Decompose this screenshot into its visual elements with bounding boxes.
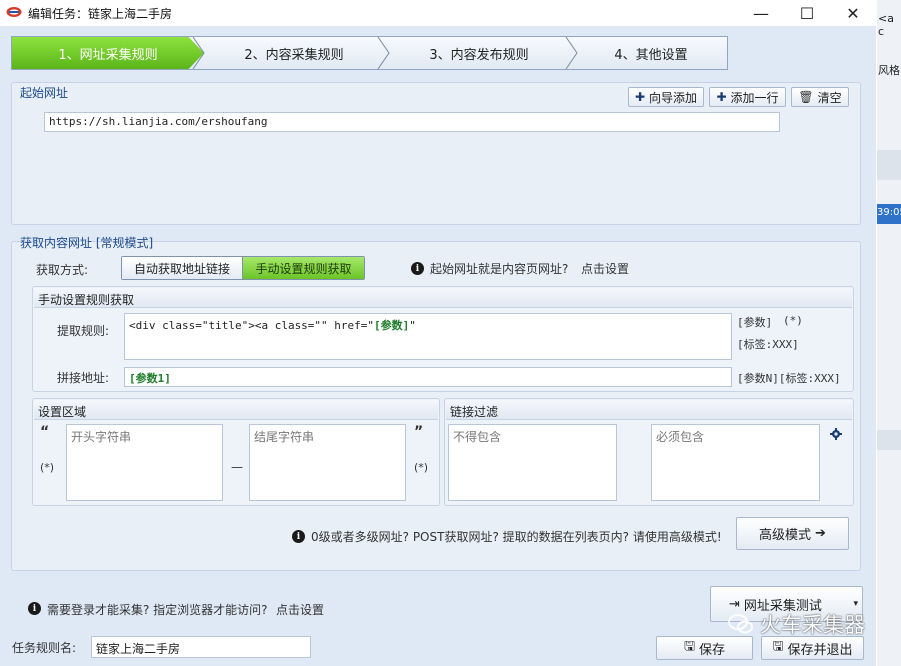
concat-url-input[interactable]: [参数1] bbox=[124, 367, 732, 387]
strip-text: <a c bbox=[878, 12, 894, 38]
step-label: 3、内容发布规则 bbox=[429, 47, 529, 63]
background-window-strip: <a c 风格 39:05 bbox=[877, 0, 901, 666]
close-button[interactable]: ✕ bbox=[830, 0, 876, 26]
gear-icon[interactable] bbox=[830, 428, 842, 440]
maximize-button[interactable]: ☐ bbox=[784, 0, 830, 26]
start-string-placeholder: 开头字符串 bbox=[71, 430, 132, 444]
manual-rule-tab[interactable]: 手动设置规则获取 bbox=[243, 257, 364, 279]
button-label: 高级模式 bbox=[759, 528, 812, 543]
info-icon: i bbox=[411, 262, 424, 275]
wildcard-insert-link[interactable]: (*) bbox=[783, 314, 803, 327]
end-string-placeholder: 结尾字符串 bbox=[254, 430, 315, 444]
client-area: 1、网址采集规则 2、内容采集规则 3、内容发布规则 4、其他设置 起始网址 ✚… bbox=[0, 26, 876, 666]
task-name-label: 任务规则名: bbox=[12, 641, 77, 655]
arrow-right-icon: ➔ bbox=[815, 526, 826, 541]
title-bar: 编辑任务：链家上海二手房 — ☐ ✕ bbox=[0, 0, 876, 26]
strip-highlight: 39:05 bbox=[877, 204, 901, 224]
start-wildcard-link[interactable]: (*) bbox=[40, 461, 54, 474]
app-icon bbox=[6, 7, 22, 17]
plus-icon: ✚ bbox=[634, 90, 646, 104]
start-string-input[interactable]: 开头字符串 bbox=[66, 424, 223, 501]
exclude-input[interactable]: 不得包含 bbox=[448, 424, 617, 501]
include-placeholder: 必须包含 bbox=[656, 430, 705, 444]
link-filter-header: 链接过滤 bbox=[446, 400, 852, 420]
content-page-link[interactable]: 点击设置 bbox=[581, 260, 629, 277]
end-string-input[interactable]: 结尾字符串 bbox=[249, 424, 406, 501]
area-settings-header: 设置区域 bbox=[34, 400, 438, 420]
floppy-icon: 🖫 bbox=[683, 639, 696, 654]
advanced-mode-button[interactable]: 高级模式 ➔ bbox=[736, 517, 849, 550]
close-quote-icon: ” bbox=[414, 424, 424, 440]
extract-rule-text-end: " bbox=[409, 319, 416, 332]
button-label: 清空 bbox=[817, 90, 842, 105]
wechat-icon bbox=[728, 614, 753, 634]
extract-rule-text: <div class="title"><a class="" href=" bbox=[129, 319, 375, 332]
info-icon: i bbox=[28, 602, 41, 615]
dropdown-icon[interactable]: ▾ bbox=[853, 599, 858, 609]
extract-rule-param: [参数] bbox=[374, 319, 410, 332]
tab-label: 自动获取地址链接 bbox=[133, 261, 230, 276]
end-wildcard-link[interactable]: (*) bbox=[414, 461, 428, 474]
login-settings-link[interactable]: 点击设置 bbox=[276, 601, 324, 618]
trash-icon: 🗑 bbox=[798, 90, 814, 104]
tag-insert-link[interactable]: [标签:XXX] bbox=[737, 336, 799, 352]
exclude-placeholder: 不得包含 bbox=[453, 430, 502, 444]
step-publish-rules[interactable]: 3、内容发布规则 bbox=[384, 37, 574, 69]
method-label: 获取方式: bbox=[36, 263, 89, 277]
step-label: 2、内容采集规则 bbox=[244, 47, 344, 63]
start-url-input[interactable]: https://sh.lianjia.com/ershoufang bbox=[44, 112, 780, 132]
include-input[interactable]: 必须包含 bbox=[651, 424, 820, 501]
step-label: 1、网址采集规则 bbox=[58, 47, 158, 63]
step-other-settings[interactable]: 4、其他设置 bbox=[574, 37, 728, 69]
button-label: 保存并退出 bbox=[787, 642, 853, 658]
button-label: 添加一行 bbox=[730, 90, 779, 105]
open-quote-icon: “ bbox=[40, 424, 50, 440]
task-name-input[interactable]: 链家上海二手房 bbox=[91, 636, 311, 658]
step-label: 4、其他设置 bbox=[614, 47, 688, 63]
save-button[interactable]: 🖫 保存 bbox=[656, 636, 753, 660]
strip-panel bbox=[877, 430, 901, 450]
plus-icon: ✚ bbox=[716, 90, 727, 104]
login-hint: 需要登录才能采集? 指定浏览器才能访问? bbox=[47, 603, 268, 617]
extract-rule-input[interactable]: <div class="title"><a class="" href="[参数… bbox=[124, 313, 732, 360]
wizard-add-button[interactable]: ✚ 向导添加 bbox=[628, 87, 704, 107]
content-page-hint: 起始网址就是内容页网址? bbox=[430, 262, 569, 276]
clear-button[interactable]: 🗑 清空 bbox=[791, 87, 849, 107]
range-dash: — bbox=[231, 460, 243, 474]
button-label: 向导添加 bbox=[649, 90, 698, 105]
auto-link-tab[interactable]: 自动获取地址链接 bbox=[122, 257, 243, 279]
advanced-mode-hint: 0级或者多级网址? POST获取网址? 提取的数据在列表页内? 请使用高级模式! bbox=[311, 530, 722, 544]
method-toggle: 自动获取地址链接 手动设置规则获取 bbox=[121, 256, 365, 280]
step-url-rules[interactable]: 1、网址采集规则 bbox=[12, 37, 204, 69]
button-label: 保存 bbox=[699, 642, 726, 658]
extract-rule-label: 提取规则: bbox=[57, 324, 110, 338]
info-icon: i bbox=[292, 530, 305, 543]
strip-panel bbox=[877, 150, 901, 180]
start-url-label: 起始网址 bbox=[20, 86, 69, 100]
param-insert-link[interactable]: [参数] bbox=[737, 314, 772, 330]
step-content-rules[interactable]: 2、内容采集规则 bbox=[204, 37, 384, 69]
manual-settings-header: 手动设置规则获取 bbox=[34, 288, 852, 308]
content-url-label: 获取内容网址 [常规模式] bbox=[20, 236, 154, 250]
save-and-exit-button[interactable]: 🖫 保存并退出 bbox=[761, 636, 864, 660]
concat-insert-links[interactable]: [参数N][标签:XXX] bbox=[737, 370, 841, 386]
window-title: 编辑任务：链家上海二手房 bbox=[28, 7, 173, 21]
add-row-button[interactable]: ✚ 添加一行 bbox=[709, 87, 786, 107]
concat-url-label: 拼接地址: bbox=[57, 371, 110, 385]
minimize-button[interactable]: — bbox=[738, 0, 784, 26]
edit-task-window: 编辑任务：链家上海二手房 — ☐ ✕ 1、网址采集规则 2、内容采集规则 3、内… bbox=[0, 0, 876, 666]
floppy-icon: 🖫 bbox=[772, 639, 784, 654]
watermark-text: 火车采集器 bbox=[760, 613, 865, 637]
strip-text: 风格 bbox=[878, 64, 900, 77]
tab-label: 手动设置规则获取 bbox=[255, 261, 352, 276]
step-bar: 1、网址采集规则 2、内容采集规则 3、内容发布规则 4、其他设置 bbox=[11, 36, 728, 70]
watermark: 火车采集器 bbox=[728, 609, 865, 639]
